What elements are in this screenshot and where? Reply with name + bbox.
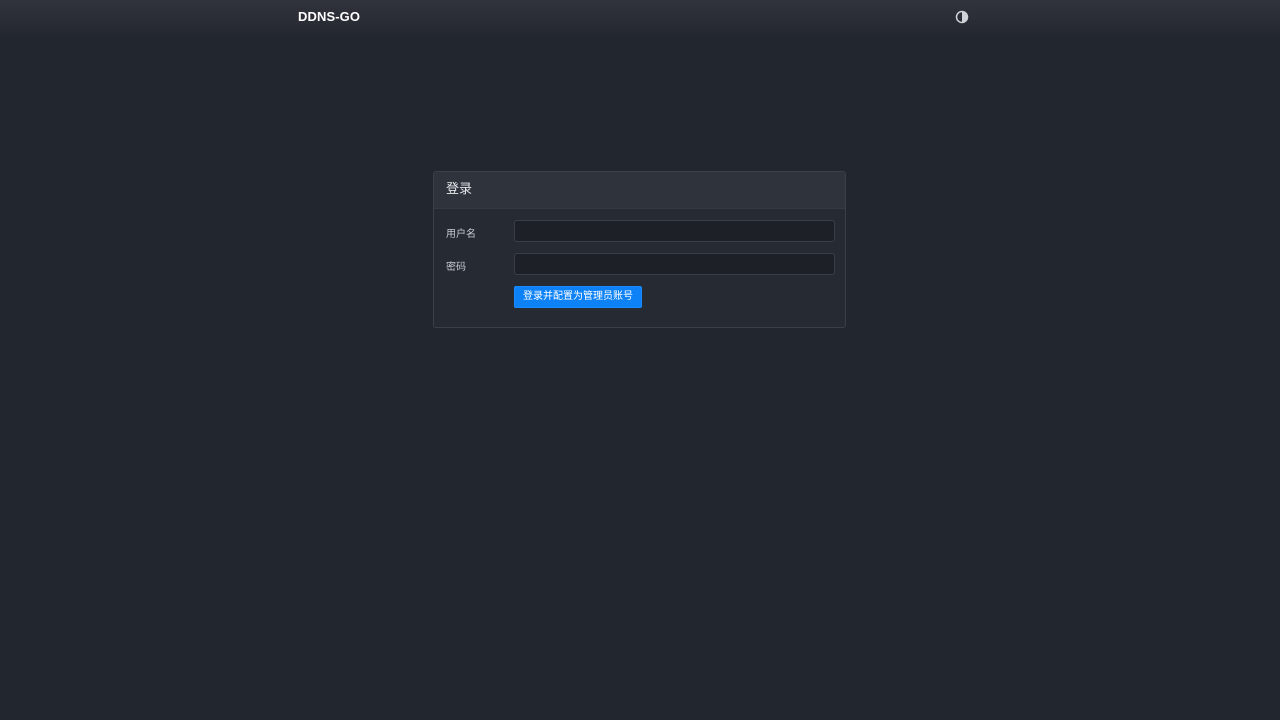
password-label: 密码 — [446, 262, 466, 273]
page: DDNS-GO 登录 用户名 密码 登录并配置为管理员账号 — [0, 0, 1280, 720]
username-input[interactable] — [514, 220, 835, 242]
theme-toggle-icon[interactable] — [955, 9, 969, 24]
password-input[interactable] — [514, 253, 835, 275]
username-label: 用户名 — [446, 229, 476, 240]
login-submit-button[interactable]: 登录并配置为管理员账号 — [514, 286, 642, 308]
brand-logo-text[interactable]: DDNS-GO — [298, 9, 360, 24]
login-card-title: 登录 — [434, 172, 845, 209]
login-card: 登录 用户名 密码 登录并配置为管理员账号 — [433, 171, 846, 328]
top-navbar: DDNS-GO — [0, 0, 1280, 36]
